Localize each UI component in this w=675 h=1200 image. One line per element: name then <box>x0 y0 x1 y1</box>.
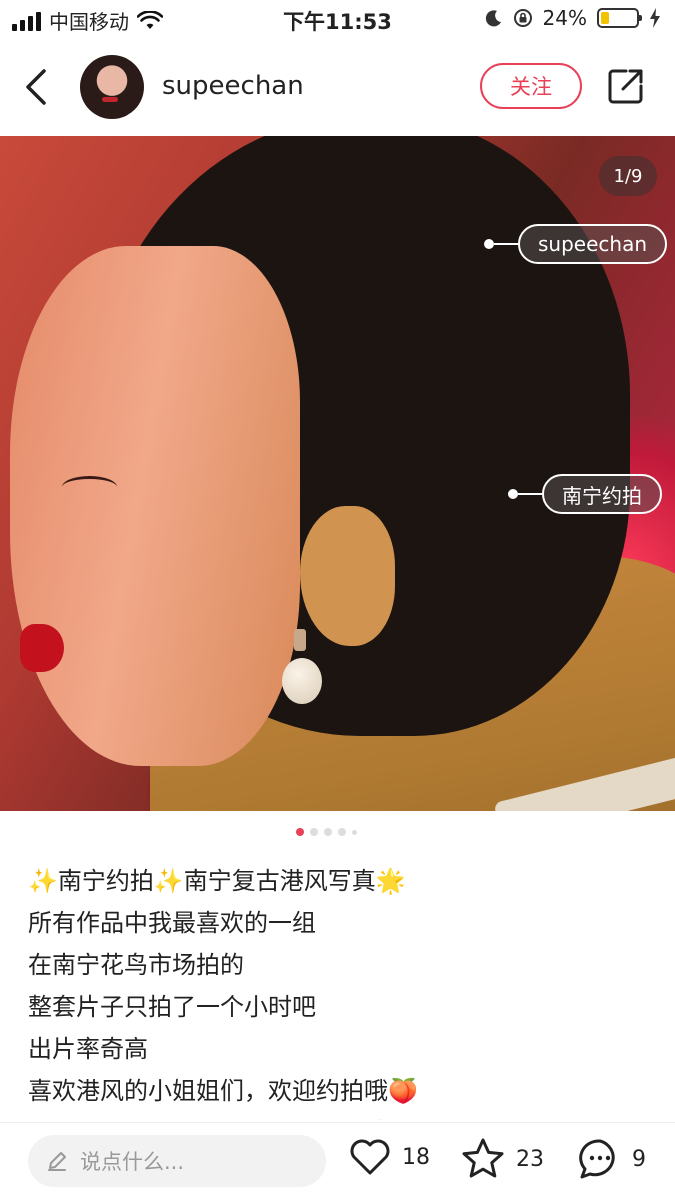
glowing-star-emoji: 🌟 <box>375 867 406 895</box>
status-bar: 中国移动 下午11:53 24% <box>0 0 675 38</box>
photo-tag-user[interactable]: supeechan <box>484 224 668 264</box>
earring-post <box>294 629 306 651</box>
comment-button[interactable]: 9 <box>578 1137 646 1181</box>
status-right: 24% <box>485 6 661 30</box>
pencil-icon <box>48 1152 66 1171</box>
pearl-earring <box>282 658 322 704</box>
post-line: 喜欢港风的小姐姐们，欢迎约拍哦🍑 <box>28 1077 418 1105</box>
star-icon <box>462 1138 504 1178</box>
charging-icon <box>650 8 660 28</box>
battery-percent: 24% <box>542 6 587 30</box>
photo-tag-location[interactable]: 南宁约拍 <box>508 474 662 514</box>
post-line: 在南宁花鸟市场拍的 <box>28 951 244 979</box>
post-line: 所有作品中我最喜欢的一组 <box>28 909 316 937</box>
chat-bubble-icon <box>579 1139 615 1179</box>
like-button[interactable]: 18 <box>348 1137 430 1177</box>
sparkles-emoji: ✨ <box>28 867 58 895</box>
moon-icon <box>485 10 501 27</box>
heart-icon <box>350 1139 390 1175</box>
face <box>10 246 300 766</box>
avatar[interactable] <box>80 55 144 119</box>
carousel-dot <box>352 829 357 835</box>
post-line: 个摄影师 常驻南宁 不定期旅拍🍑 <box>28 1112 648 1120</box>
sparkles-emoji: ✨ <box>153 867 184 895</box>
battery-fill <box>601 12 610 24</box>
carousel-indicator <box>296 828 357 836</box>
carousel-dot <box>310 828 318 836</box>
carousel-dot <box>324 828 332 836</box>
carousel-dot <box>296 828 304 836</box>
post-line: 整套片子只拍了一个小时吧 <box>28 993 316 1021</box>
battery-icon <box>597 8 642 28</box>
image-counter: 1/9 <box>599 156 657 196</box>
post-header: supeechan 关注 <box>0 38 675 136</box>
tag-label[interactable]: supeechan <box>518 224 668 264</box>
carousel-dot <box>338 828 346 836</box>
like-count: 18 <box>402 1144 430 1170</box>
tag-line <box>518 493 542 495</box>
post-content: ✨南宁约拍✨南宁复古港风写真🌟 所有作品中我最喜欢的一组 在南宁花鸟市场拍的 整… <box>28 860 648 1120</box>
comment-count: 9 <box>632 1146 646 1172</box>
tag-label[interactable]: 南宁约拍 <box>542 474 662 514</box>
author-username[interactable]: supeechan <box>162 71 304 101</box>
comment-placeholder: 说点什么... <box>80 1150 185 1174</box>
ear <box>300 506 395 646</box>
bottom-action-bar: 说点什么... 18 23 9 <box>0 1122 675 1200</box>
title-part1: 南宁约拍 <box>57 867 154 895</box>
post-line: 出片率奇高 <box>28 1035 148 1063</box>
post-title: ✨南宁约拍✨南宁复古港风写真🌟 <box>28 860 648 902</box>
collect-button[interactable]: 23 <box>460 1137 544 1181</box>
chevron-left-icon[interactable] <box>18 63 58 111</box>
tag-dot <box>508 489 518 499</box>
tag-line <box>494 243 518 245</box>
comment-input[interactable]: 说点什么... <box>28 1135 326 1187</box>
tag-dot <box>484 239 494 249</box>
title-part2: 南宁复古港风写真 <box>183 867 376 895</box>
lips <box>20 624 64 672</box>
collect-count: 23 <box>516 1146 544 1172</box>
post-photo[interactable]: 1/9 supeechan 南宁约拍 <box>0 136 675 811</box>
rotation-lock-icon <box>513 9 532 27</box>
follow-button[interactable]: 关注 <box>480 63 582 109</box>
share-icon[interactable] <box>606 66 646 106</box>
eye <box>62 476 117 498</box>
